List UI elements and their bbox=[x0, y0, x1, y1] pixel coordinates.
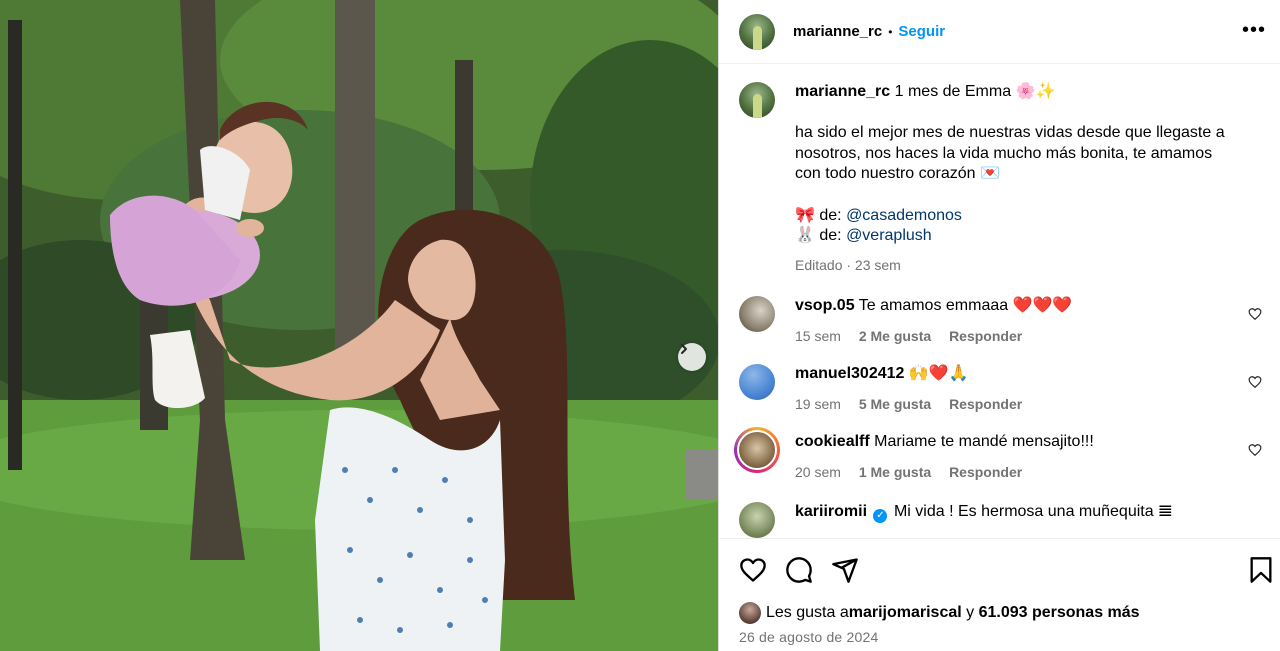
comment-time[interactable]: 15 sem bbox=[795, 328, 841, 344]
reply-button[interactable]: Responder bbox=[949, 464, 1022, 480]
post-side-panel: marianne_rc • Seguir ••• marianne_rc 1 m… bbox=[718, 0, 1280, 651]
more-options-icon[interactable]: ••• bbox=[1242, 20, 1266, 40]
comment-likes[interactable]: 5 Me gusta bbox=[859, 396, 931, 412]
comment-text-line: vsop.05 Te amamos emmaaa ❤️❤️❤️ bbox=[795, 296, 1240, 316]
post-photo bbox=[0, 0, 718, 651]
credit-2-prefix: 🐰 de: bbox=[795, 227, 847, 244]
comments-list[interactable]: marianne_rc 1 mes de Emma 🌸✨ ha sido el … bbox=[719, 64, 1280, 538]
caption-title-line: marianne_rc 1 mes de Emma 🌸✨ bbox=[795, 82, 1240, 102]
comment-body: kariiromii ✓ Mi vida ! Es hermosa una mu… bbox=[795, 502, 1264, 538]
author-avatar[interactable] bbox=[739, 13, 775, 50]
mention-veraplush[interactable]: @veraplush bbox=[846, 227, 932, 244]
post-header: marianne_rc • Seguir ••• bbox=[719, 0, 1280, 64]
credit-line-1: 🎀 de: @casademonos bbox=[795, 206, 1240, 227]
likes-summary: Les gusta a marijomariscal y 61.093 pers… bbox=[739, 602, 1140, 624]
share-icon[interactable] bbox=[831, 556, 859, 584]
liker-username[interactable]: marijomariscal bbox=[849, 604, 962, 622]
commenter-avatar[interactable] bbox=[739, 295, 775, 332]
caption-credits: 🎀 de: @casademonos 🐰 de: @veraplush bbox=[795, 206, 1240, 247]
like-comment-heart-icon[interactable] bbox=[1248, 375, 1262, 389]
likes-count[interactable]: 61.093 personas más bbox=[979, 604, 1140, 622]
comment-username[interactable]: kariiromii bbox=[795, 503, 867, 520]
chevron-right-icon bbox=[681, 344, 687, 354]
comment-text: 🙌❤️🙏 bbox=[908, 364, 969, 382]
caption-avatar[interactable] bbox=[739, 82, 775, 118]
reply-button[interactable]: Responder bbox=[949, 396, 1022, 412]
heart-icon[interactable] bbox=[739, 556, 767, 584]
mention-casademonos[interactable]: @casademonos bbox=[846, 207, 962, 224]
post-date[interactable]: 26 de agosto de 2024 bbox=[739, 629, 878, 645]
comment-text-line: kariiromii ✓ Mi vida ! Es hermosa una mu… bbox=[795, 502, 1240, 523]
comment-time[interactable]: 20 sem bbox=[795, 464, 841, 480]
comment-time[interactable]: 19 sem bbox=[795, 396, 841, 412]
liker-avatar[interactable] bbox=[739, 602, 761, 624]
comment-text: Mi vida ! Es hermosa una muñequita 𝌆 bbox=[893, 502, 1173, 520]
comment-likes[interactable]: 1 Me gusta bbox=[859, 464, 931, 480]
commenter-avatar-story-ring[interactable] bbox=[734, 426, 780, 473]
next-photo-button[interactable] bbox=[678, 343, 706, 371]
likes-prefix: Les gusta a bbox=[766, 604, 849, 621]
comment-username[interactable]: manuel302412 bbox=[795, 365, 904, 382]
caption-paragraph: ha sido el mejor mes de nuestras vidas d… bbox=[795, 124, 1225, 182]
like-comment-heart-icon[interactable] bbox=[1248, 443, 1262, 457]
comment-text: Te amamos emmaaa ❤️❤️❤️ bbox=[858, 296, 1073, 314]
comment-body: vsop.05 Te amamos emmaaa ❤️❤️❤️ 15 sem 2… bbox=[795, 296, 1264, 344]
credit-1-prefix: 🎀 de: bbox=[795, 206, 847, 224]
caption-body: marianne_rc 1 mes de Emma 🌸✨ ha sido el … bbox=[795, 82, 1264, 273]
header-separator: • bbox=[888, 24, 893, 39]
comment-text-line: cookiealff Mariame te mandé mensajito!!! bbox=[795, 432, 1240, 452]
caption-title: 1 mes de Emma 🌸✨ bbox=[894, 83, 1056, 100]
comment-text: Mariame te mandé mensajito!!! bbox=[874, 432, 1094, 450]
follow-button[interactable]: Seguir bbox=[898, 23, 945, 40]
commenter-avatar[interactable] bbox=[739, 363, 775, 400]
bookmark-icon[interactable] bbox=[1247, 556, 1275, 584]
commenter-avatar[interactable] bbox=[739, 501, 775, 538]
comment-text-line: manuel302412 🙌❤️🙏 bbox=[795, 364, 1240, 384]
caption-meta: Editado · 23 sem bbox=[795, 256, 901, 273]
caption-username[interactable]: marianne_rc bbox=[795, 83, 890, 100]
caption: marianne_rc 1 mes de Emma 🌸✨ ha sido el … bbox=[739, 64, 1264, 273]
comment-item: kariiromii ✓ Mi vida ! Es hermosa una mu… bbox=[739, 501, 1264, 538]
comment-item: cookiealff Mariame te mandé mensajito!!!… bbox=[734, 426, 1264, 480]
likes-middle: y bbox=[961, 604, 979, 621]
comment-item: vsop.05 Te amamos emmaaa ❤️❤️❤️ 15 sem 2… bbox=[739, 295, 1264, 344]
comment-icon[interactable] bbox=[785, 556, 813, 584]
comment-username[interactable]: vsop.05 bbox=[795, 297, 855, 314]
comment-body: cookiealff Mariame te mandé mensajito!!!… bbox=[795, 432, 1264, 480]
commenter-avatar[interactable] bbox=[737, 429, 777, 470]
credit-line-2: 🐰 de: @veraplush bbox=[795, 226, 1240, 247]
reply-button[interactable]: Responder bbox=[949, 328, 1022, 344]
post-actions: Les gusta a marijomariscal y 61.093 pers… bbox=[719, 538, 1280, 651]
comment-meta: 20 sem 1 Me gusta Responder bbox=[795, 464, 1240, 480]
comment-body: manuel302412 🙌❤️🙏 19 sem 5 Me gusta Resp… bbox=[795, 364, 1264, 412]
author-username[interactable]: marianne_rc bbox=[793, 23, 882, 40]
like-comment-heart-icon[interactable] bbox=[1248, 307, 1262, 321]
comment-username[interactable]: cookiealff bbox=[795, 433, 870, 450]
photo-illustration bbox=[0, 0, 718, 651]
comment-likes[interactable]: 2 Me gusta bbox=[859, 328, 931, 344]
comment-meta: 15 sem 2 Me gusta Responder bbox=[795, 328, 1240, 344]
verified-badge-icon: ✓ bbox=[873, 508, 888, 523]
comment-meta: 19 sem 5 Me gusta Responder bbox=[795, 396, 1240, 412]
comment-item: manuel302412 🙌❤️🙏 19 sem 5 Me gusta Resp… bbox=[739, 363, 1264, 412]
